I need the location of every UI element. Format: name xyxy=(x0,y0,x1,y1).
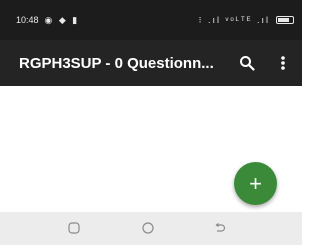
recents-icon[interactable] xyxy=(66,220,82,236)
app-bar: RGPH3SUP - 0 Questionn... xyxy=(0,40,302,86)
status-left: 10:48 ◉ ◆ ▮ xyxy=(16,15,79,26)
app-bar-actions xyxy=(238,54,292,72)
status-time: 10:48 xyxy=(16,15,39,25)
battery-icon xyxy=(276,16,294,24)
app-title: RGPH3SUP - 0 Questionn... xyxy=(19,54,214,72)
back-icon[interactable] xyxy=(212,220,228,236)
add-button[interactable]: + xyxy=(234,162,277,205)
more-vertical-icon[interactable] xyxy=(274,54,292,72)
notification-icons: ◉ ◆ ▮ xyxy=(44,14,80,25)
status-right: ⁝ .ıl ᵛᵒᴸᵀᴱ .ıl xyxy=(199,15,294,26)
status-bar: 10:48 ◉ ◆ ▮ ⁝ .ıl ᵛᵒᴸᵀᴱ .ıl xyxy=(0,0,302,40)
signal-icons: ⁝ .ıl ᵛᵒᴸᵀᴱ .ıl xyxy=(198,14,270,25)
search-icon[interactable] xyxy=(238,54,256,72)
navigation-bar xyxy=(0,212,302,245)
home-icon[interactable] xyxy=(140,220,156,236)
plus-icon: + xyxy=(249,170,262,196)
